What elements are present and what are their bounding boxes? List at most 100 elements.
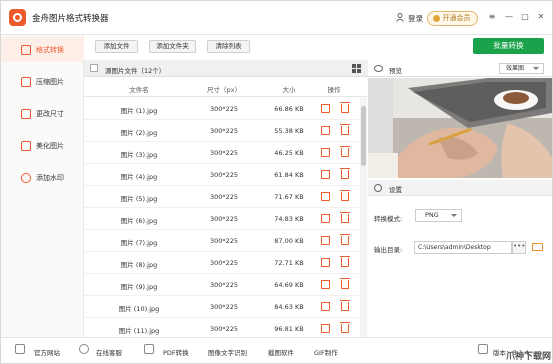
open-external-icon[interactable] [321,126,330,135]
gif-link[interactable]: GIF制作 [314,347,338,357]
sidebar-item-resize[interactable]: 更改尺寸 [1,101,84,126]
minimize-icon[interactable]: — [504,12,514,22]
support-icon [79,344,89,354]
batch-convert-button[interactable]: 批量转换 [473,38,544,54]
sidebar-item-beautify[interactable]: 美化图片 [1,133,84,158]
delete-icon[interactable] [340,102,350,113]
screenshot-link[interactable]: 截图软件 [268,347,294,357]
preview-header: 预览 效果图 [368,60,552,77]
delete-icon[interactable] [340,146,350,157]
beautify-icon [21,141,31,151]
settings-header: 设置 [368,180,552,196]
table-row[interactable]: 图片 (9).jpg 300*225 64.69 KB [84,274,359,296]
vip-button[interactable]: 开通会员 [427,11,478,26]
open-external-icon[interactable] [321,302,330,311]
delete-icon[interactable] [340,124,350,135]
table-row[interactable]: 图片 (7).jpg 300*225 87.00 KB [84,230,359,252]
table-row[interactable]: 图片 (10).jpg 300*225 84.63 KB [84,296,359,318]
file-name: 图片 (9).jpg [120,283,158,291]
file-name: 图片 (2).jpg [120,129,158,137]
file-name: 图片 (7).jpg [120,239,158,247]
file-dimension: 300*225 [209,215,239,223]
sidebar-item-watermark[interactable]: 添加水印 [1,165,84,190]
table-row[interactable]: 图片 (4).jpg 300*225 61.84 KB [84,164,359,186]
open-external-icon[interactable] [321,214,330,223]
title-bar: 金舟图片格式转换器 登录 开通会员 ≡ — □ ✕ [1,1,552,35]
file-dimension: 300*225 [209,237,239,245]
open-external-icon[interactable] [321,258,330,267]
maximize-icon[interactable]: □ [520,12,530,22]
scrollbar-thumb[interactable] [361,106,366,166]
menu-icon[interactable]: ≡ [487,12,497,22]
grid-view-icon[interactable] [352,64,361,73]
site-watermark: 爪神下载网 [506,352,552,362]
table-row[interactable]: 图片 (8).jpg 300*225 72.71 KB [84,252,359,274]
delete-icon[interactable] [340,190,350,201]
resize-icon [21,109,31,119]
ocr-link[interactable]: 图像文字识别 [208,347,247,357]
file-dimension: 300*225 [209,149,239,157]
file-dimension: 300*225 [209,303,239,311]
file-name: 图片 (11).jpg [118,327,160,335]
file-dimension: 300*225 [209,325,239,333]
file-dimension: 300*225 [209,105,239,113]
open-external-icon[interactable] [321,104,330,113]
open-folder-icon[interactable] [532,243,543,251]
delete-icon[interactable] [340,234,350,245]
delete-icon[interactable] [340,300,350,311]
open-external-icon[interactable] [321,324,330,333]
effect-select[interactable]: 效果图 [499,63,544,74]
delete-icon[interactable] [340,168,350,179]
open-external-icon[interactable] [321,192,330,201]
gear-icon [374,184,382,192]
delete-icon[interactable] [340,212,350,223]
official-site-link[interactable]: 官方网站 [34,347,60,357]
login-link[interactable]: 登录 [408,13,423,24]
add-folder-button[interactable]: 添加文件夹 [149,40,196,53]
clear-list-button[interactable]: 清除列表 [207,40,250,53]
app-title: 金舟图片格式转换器 [32,14,109,24]
format-select[interactable]: PNG [415,209,462,222]
format-label: 转换模式: [374,215,403,223]
table-row[interactable]: 图片 (6).jpg 300*225 74.83 KB [84,208,359,230]
file-list: 图片 (1).jpg 300*225 66.86 KB 图片 (2).jpg 300*2… [84,98,359,337]
file-dimension: 300*225 [209,193,239,201]
settings-label: 设置 [389,186,402,194]
table-row[interactable]: 图片 (1).jpg 300*225 66.86 KB [84,98,359,120]
sidebar-item-compress[interactable]: 压缩图片 [1,69,84,94]
file-name: 图片 (10).jpg [118,305,160,313]
file-name: 图片 (4).jpg [120,173,158,181]
preview-icon [374,65,383,72]
close-icon[interactable]: ✕ [536,12,546,22]
file-size: 72.71 KB [274,259,304,267]
sidebar-item-format-convert[interactable]: 格式转换 [1,37,84,62]
sidebar-item-label: 美化图片 [36,142,64,150]
delete-icon[interactable] [340,278,350,289]
sidebar-item-label: 格式转换 [36,46,64,54]
file-dimension: 300*225 [209,281,239,289]
online-support-link[interactable]: 在线客服 [96,347,122,357]
open-external-icon[interactable] [321,236,330,245]
table-row[interactable]: 图片 (5).jpg 300*225 71.67 KB [84,186,359,208]
add-file-button[interactable]: 添加文件 [95,40,138,53]
delete-icon[interactable] [340,256,350,267]
output-dir-input[interactable]: C:\Users\admin\Desktop [414,241,512,254]
table-row[interactable]: 图片 (2).jpg 300*225 55.38 KB [84,120,359,142]
user-icon[interactable] [396,13,404,22]
file-dimension: 300*225 [209,127,239,135]
table-row[interactable]: 图片 (11).jpg 300*225 96.81 KB [84,318,359,337]
select-all-checkbox[interactable] [90,64,98,72]
toolbar: 添加文件 添加文件夹 清除列表 批量转换 [84,35,552,60]
delete-icon[interactable] [340,322,350,333]
file-dimension: 300*225 [209,171,239,179]
table-row[interactable]: 图片 (3).jpg 300*225 46.25 KB [84,142,359,164]
file-name: 图片 (5).jpg [120,195,158,203]
browse-more-button[interactable]: ••• [512,241,526,254]
open-external-icon[interactable] [321,148,330,157]
open-external-icon[interactable] [321,280,330,289]
pdf-convert-link[interactable]: PDF转换 [163,347,189,357]
list-scrollbar[interactable] [360,98,367,337]
output-dir-label: 输出目录: [374,246,403,254]
open-external-icon[interactable] [321,170,330,179]
file-list-header: 源图片文件（12个） [84,60,368,77]
